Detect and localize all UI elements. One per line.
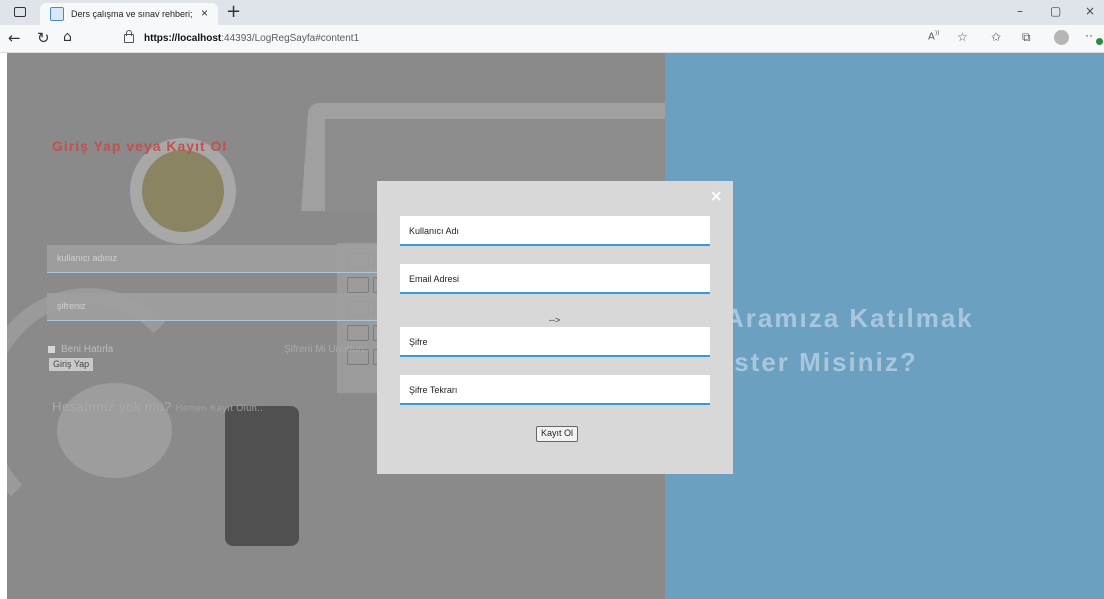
tab-bar: Ders çalışma ve sınav rehberi; × + – ▢ × (0, 0, 1104, 25)
register-modal: × Kullanıcı Adı Email Adresi --> Şifre Ş… (377, 181, 733, 474)
remember-me-label: Beni Hatırla (61, 344, 114, 355)
restore-icon[interactable]: ▢ (1050, 4, 1061, 18)
modal-email-label: Email Adresi (409, 274, 460, 284)
modal-password-repeat-label: Şifre Tekrarı (409, 385, 458, 395)
new-tab-icon[interactable]: + (226, 1, 241, 22)
join-us-line-1: Aramıza Katılmak (725, 303, 974, 333)
no-account-label: Hesabınız yok mu? (52, 399, 172, 414)
join-us-heading: Aramıza Katılmak İster Misiniz? (725, 296, 974, 384)
username-placeholder: kullanıcı adınız (57, 253, 118, 263)
home-icon[interactable]: ⌂ (63, 29, 72, 45)
remember-me-checkbox[interactable]: Beni Hatırla (48, 344, 113, 355)
modal-close-icon[interactable]: × (710, 187, 723, 205)
lock-icon (124, 29, 134, 43)
modal-username-label: Kullanıcı Adı (409, 226, 460, 236)
favorites-icon[interactable]: ✩ (991, 30, 1001, 44)
back-icon[interactable]: ← (8, 29, 21, 47)
url-field[interactable]: https://localhost:44393/LogRegSayfa#cont… (120, 28, 880, 48)
register-submit-button[interactable]: Kayıt Ol (536, 426, 579, 442)
modal-password-field[interactable]: Şifre (400, 327, 710, 357)
stray-arrow-text: --> (549, 315, 561, 325)
login-title: Giriş Yap veya Kayıt Ol (52, 138, 228, 154)
password-placeholder: şifreniz (57, 301, 86, 311)
coffee-image (142, 150, 224, 232)
login-button[interactable]: Giriş Yap (48, 357, 95, 372)
password-input[interactable]: şifreniz (47, 293, 389, 321)
register-now-link[interactable]: Hemen Kayıt Olun.. (176, 403, 264, 413)
address-bar: ← ↻ ⌂ https://localhost:44393/LogRegSayf… (0, 25, 1104, 53)
modal-email-field[interactable]: Email Adresi (400, 264, 710, 294)
collections-icon[interactable]: ⧉ (1022, 30, 1031, 45)
headphone-pad-image (57, 383, 172, 478)
modal-username-field[interactable]: Kullanıcı Adı (400, 216, 710, 246)
tab-actions-icon[interactable] (12, 4, 28, 20)
more-options-icon[interactable]: ·· (1085, 28, 1093, 42)
browser-tab[interactable]: Ders çalışma ve sınav rehberi; × (40, 3, 218, 25)
url-text: https://localhost:44393/LogRegSayfa#cont… (144, 32, 360, 44)
join-us-line-2: İster Misiniz? (725, 347, 918, 377)
window-close-icon[interactable]: × (1085, 4, 1095, 18)
tab-title: Ders çalışma ve sınav rehberi; (71, 9, 193, 19)
refresh-icon[interactable]: ↻ (37, 29, 50, 47)
modal-password-label: Şifre (409, 337, 428, 347)
minimize-icon[interactable]: – (1017, 4, 1023, 18)
no-account-text: Hesabınız yok mu? Hemen Kayıt Olun.. (52, 399, 263, 414)
read-aloud-icon[interactable]: A)) (928, 30, 940, 42)
modal-password-repeat-field[interactable]: Şifre Tekrarı (400, 375, 710, 405)
update-badge-icon (1096, 38, 1103, 45)
page-favicon-icon (50, 7, 64, 21)
tab-close-icon[interactable]: × (201, 6, 208, 20)
username-input[interactable]: kullanıcı adınız (47, 245, 389, 273)
add-favorite-icon[interactable]: ☆ (957, 30, 968, 44)
profile-icon[interactable] (1054, 30, 1069, 45)
checkbox-icon[interactable] (48, 346, 55, 353)
phone-image (225, 406, 299, 546)
forgot-password-link[interactable]: Şifreni Mi Unuttun.. (284, 344, 369, 355)
